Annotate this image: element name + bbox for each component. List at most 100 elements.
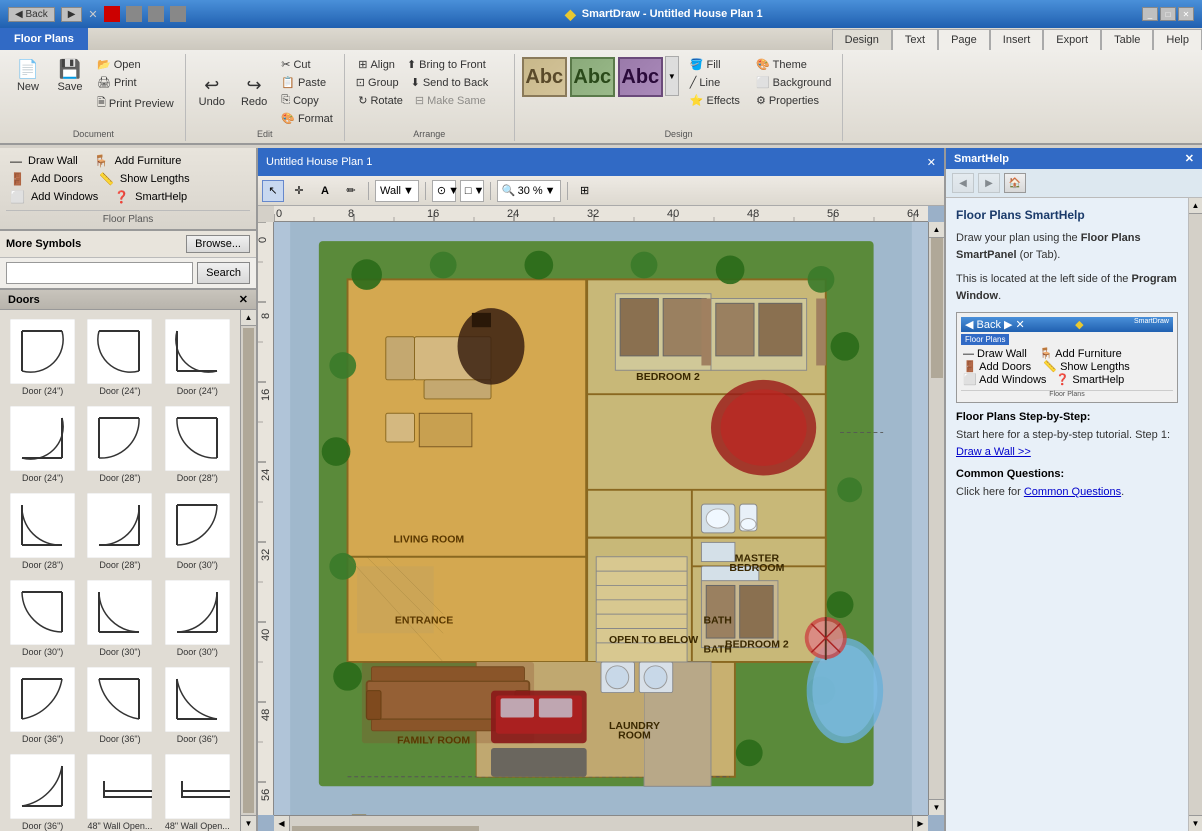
draw-wall-btn[interactable]: — Draw Wall [6,152,82,170]
door-item-11[interactable]: Door (30") [161,577,234,660]
abc-purple-btn[interactable]: Abc [618,57,663,97]
door-item-8[interactable]: Door (30") [161,490,234,573]
door-item-14[interactable]: Door (36") [161,664,234,747]
tab-table[interactable]: Table [1101,29,1153,50]
canvas-wrapper[interactable]: 0 8 16 24 32 40 [258,206,944,831]
open-btn[interactable]: 📂Open [92,56,179,73]
cut-btn[interactable]: ✂Cut [276,56,338,73]
zoom-dropdown[interactable]: 🔍 30 % ▼ [497,180,561,202]
shape-dropdown[interactable]: ⊙▼ [432,180,456,202]
text-tool[interactable]: A [314,180,336,202]
sh-scrollbar[interactable]: ▲ ▼ [1188,198,1202,831]
paste-btn[interactable]: 📋Paste [276,74,338,91]
sh-content-title: Floor Plans SmartHelp [956,208,1178,222]
sh-back-btn[interactable]: ◀ [952,173,974,193]
select-tool[interactable]: ↖ [262,180,284,202]
theme-btn[interactable]: 🎨Theme [751,56,836,73]
search-btn[interactable]: Search [197,262,250,284]
sh-home-btn[interactable]: 🏠 [1004,173,1026,193]
shape2-dropdown[interactable]: □▼ [460,180,484,202]
door-item-0[interactable]: Door (24") [6,316,79,399]
door-item-17[interactable]: 48" Wall Open... [161,751,234,831]
nav-forward-btn[interactable]: ▶ [61,7,83,22]
new-btn[interactable]: 📄 New [8,56,48,96]
doors-close-btn[interactable]: ✕ [239,293,248,306]
sh-step-link[interactable]: Draw a Wall >> [956,446,1031,458]
sh-scroll-up[interactable]: ▲ [1189,198,1202,214]
redo-btn[interactable]: ↪ Redo [234,72,274,112]
canvas-vscroll[interactable]: ▲ ▼ [928,222,944,815]
vscroll-down-btn[interactable]: ▼ [929,799,944,815]
sh-scroll-down[interactable]: ▼ [1189,815,1202,831]
abc-tan-btn[interactable]: Abc [522,57,567,97]
canvas-hscroll[interactable]: ◀ ▶ [274,815,928,831]
browse-btn[interactable]: Browse... [186,235,250,253]
undo-btn[interactable]: ↩ Undo [192,72,232,112]
rotate-btn[interactable]: ↻Rotate [353,92,408,109]
close-btn[interactable]: ✕ [1178,7,1194,21]
door-item-15[interactable]: Door (36") [6,751,79,831]
bring-front-btn[interactable]: ⬆Bring to Front [402,56,491,73]
door-item-16[interactable]: 48" Wall Open... [83,751,156,831]
vscroll-up-btn[interactable]: ▲ [929,222,944,238]
make-same-btn[interactable]: ⊟Make Same [410,92,491,109]
door-item-9[interactable]: Door (30") [6,577,79,660]
door-item-4[interactable]: Door (28") [83,403,156,486]
svg-text:ROOM: ROOM [618,729,651,741]
door-item-7[interactable]: Door (28") [83,490,156,573]
abc-dropdown-btn[interactable]: ▼ [665,56,679,96]
hscroll-left-btn[interactable]: ◀ [274,816,290,831]
restore-btn[interactable]: □ [1160,7,1176,21]
group-btn[interactable]: ⊡Group [351,74,404,91]
door-item-5[interactable]: Door (28") [161,403,234,486]
canvas-drawing-area[interactable]: LIVING ROOM ENTRANCE FAMILY ROOM MASTER … [274,222,928,815]
format-btn[interactable]: 🎨Format [276,110,338,127]
search-input[interactable] [6,262,193,284]
line-btn[interactable]: ╱Line [685,74,745,91]
abc-green-btn[interactable]: Abc [570,57,615,97]
doors-scroll-up[interactable]: ▲ [241,310,256,326]
add-windows-btn[interactable]: ⬜ Add Windows [6,188,102,206]
wall-dropdown[interactable]: Wall ▼ [375,180,419,202]
nav-back-btn[interactable]: ◀ Back [8,7,55,22]
door-item-6[interactable]: Door (28") [6,490,79,573]
tab-help[interactable]: Help [1153,29,1202,50]
fill-btn[interactable]: 🪣Fill [685,56,745,73]
fp-tab[interactable]: Floor Plans [0,28,88,50]
door-item-3[interactable]: Door (24") [6,403,79,486]
canvas-close-btn[interactable]: ✕ [927,156,936,169]
sh-forward-btn[interactable]: ▶ [978,173,1000,193]
print-preview-btn[interactable]: 🗎Print Preview [92,92,179,115]
tab-page[interactable]: Page [938,29,990,50]
properties-btn[interactable]: ⚙Properties [751,92,836,109]
crosshair-tool[interactable]: ✛ [288,180,310,202]
tab-insert[interactable]: Insert [990,29,1044,50]
send-back-btn[interactable]: ⬇Send to Back [406,74,494,91]
add-furniture-btn[interactable]: 🪑 Add Furniture [90,152,186,170]
minimize-btn[interactable]: _ [1142,7,1158,21]
smarthelp-fp-btn[interactable]: ❓ SmartHelp [110,188,191,206]
copy-btn[interactable]: ⎘Copy [276,92,338,109]
hscroll-right-btn[interactable]: ▶ [912,816,928,831]
align-btn[interactable]: ⊞Align [353,56,400,73]
svg-text:56: 56 [827,208,839,220]
effects-btn[interactable]: ⭐Effects [685,92,745,109]
fit-btn[interactable]: ⊞ [574,180,596,202]
sh-close-btn[interactable]: ✕ [1185,152,1194,165]
add-doors-btn[interactable]: 🚪 Add Doors [6,170,87,188]
doors-scroll-down[interactable]: ▼ [241,815,256,831]
tab-text[interactable]: Text [892,29,938,50]
door-item-1[interactable]: Door (24") [83,316,156,399]
tab-export[interactable]: Export [1043,29,1101,50]
show-lengths-btn[interactable]: 📏 Show Lengths [95,170,194,188]
pen-tool[interactable]: ✏ [340,180,362,202]
sh-questions-link[interactable]: Common Questions [1024,486,1121,498]
tab-design[interactable]: Design [832,29,892,50]
door-item-12[interactable]: Door (36") [6,664,79,747]
door-item-10[interactable]: Door (30") [83,577,156,660]
background-btn[interactable]: ⬜Background [751,74,836,91]
save-btn[interactable]: 💾 Save [50,56,90,96]
door-item-13[interactable]: Door (36") [83,664,156,747]
door-item-2[interactable]: Door (24") [161,316,234,399]
print-btn[interactable]: 🖨Print [92,74,179,91]
